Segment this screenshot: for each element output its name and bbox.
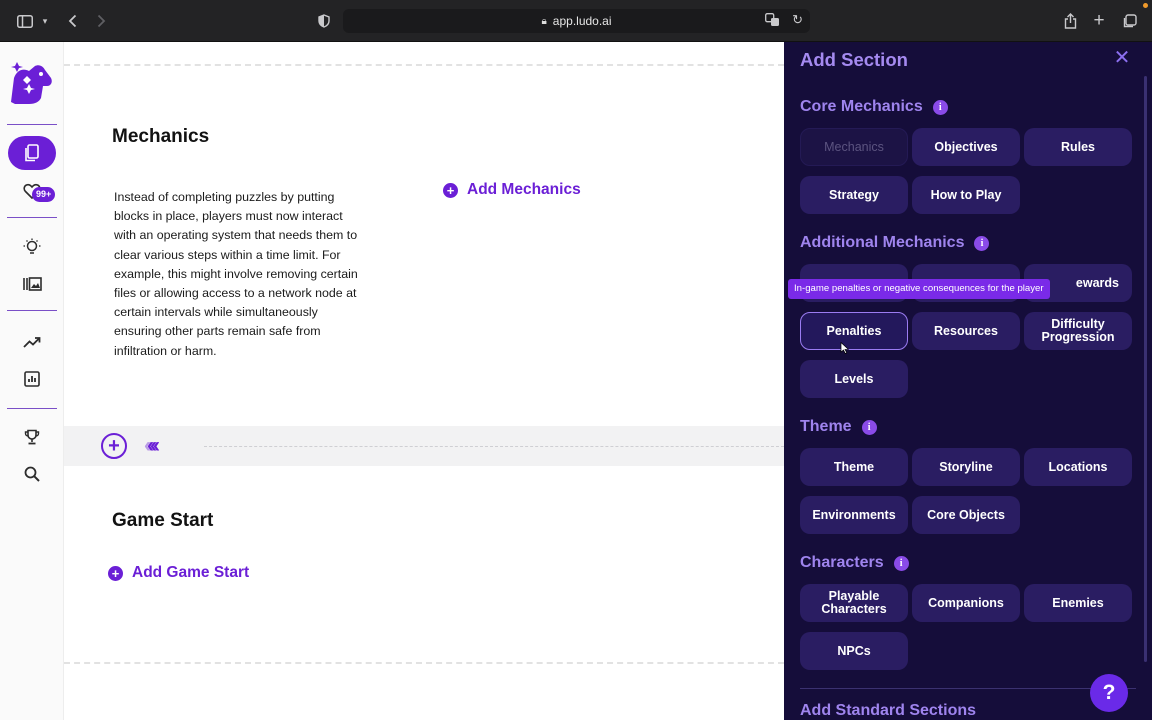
game-start-section-title: Game Start: [112, 510, 214, 531]
add-mechanics-button[interactable]: + Add Mechanics: [443, 181, 581, 199]
documents-icon: [25, 144, 39, 162]
notification-dot: [1143, 3, 1148, 8]
chip-npcs[interactable]: NPCs: [800, 632, 908, 670]
shield-icon[interactable]: [316, 10, 332, 32]
theme-title: Theme: [800, 418, 852, 435]
chip-companions[interactable]: Companions: [912, 584, 1020, 622]
section-boundary: [64, 64, 784, 66]
tooltip: In-game penalties or negative consequenc…: [788, 279, 1050, 299]
reload-icon[interactable]: ↻: [792, 12, 803, 28]
add-game-start-label: Add Game Start: [132, 564, 250, 581]
sidebar-toggle-icon[interactable]: [16, 10, 34, 32]
additional-mechanics-heading: Additional Mechanics i: [800, 234, 990, 252]
chip-locations[interactable]: Locations: [1024, 448, 1132, 486]
chip-environments[interactable]: Environments: [800, 496, 908, 534]
core-mechanics-title: Core Mechanics: [800, 98, 923, 115]
lightbulb-icon: [23, 238, 41, 254]
section-boundary: [64, 662, 784, 664]
add-mechanics-label: Add Mechanics: [467, 181, 581, 198]
url-text: app.ludo.ai: [552, 14, 612, 28]
chip-mechanics: Mechanics: [800, 128, 908, 166]
ideas-button[interactable]: [8, 230, 56, 264]
panel-title: Add Section: [800, 49, 908, 70]
ludo-logo-icon[interactable]: [7, 58, 55, 108]
close-icon[interactable]: ✕: [1112, 48, 1132, 68]
panel-scrollbar[interactable]: [1144, 76, 1147, 662]
add-section-circle-icon[interactable]: +: [101, 433, 127, 459]
analytics-button[interactable]: [8, 362, 56, 396]
back-icon[interactable]: [64, 10, 80, 32]
trophy-icon: [24, 429, 40, 445]
mouse-cursor-icon: [840, 342, 849, 354]
standard-sections-heading: Add Standard Sections: [800, 702, 977, 719]
info-icon[interactable]: i: [861, 419, 877, 435]
add-game-start-button[interactable]: + Add Game Start: [108, 564, 249, 582]
additional-mechanics-title: Additional Mechanics: [800, 234, 965, 251]
plus-circle-icon: +: [108, 565, 123, 581]
chip-strategy[interactable]: Strategy: [800, 176, 908, 214]
chip-levels[interactable]: Levels: [800, 360, 908, 398]
chip-core-objects[interactable]: Core Objects: [912, 496, 1020, 534]
chip-rules[interactable]: Rules: [1024, 128, 1132, 166]
documents-button[interactable]: [8, 136, 56, 170]
chip-penalties[interactable]: Penalties: [800, 312, 908, 350]
rail-separator: [7, 124, 57, 125]
mechanics-section-title: Mechanics: [112, 126, 210, 147]
chip-objectives[interactable]: Objectives: [912, 128, 1020, 166]
mechanics-description[interactable]: Instead of completing puzzles by putting…: [114, 188, 364, 361]
help-button[interactable]: ?: [1090, 674, 1128, 712]
forward-icon[interactable]: [93, 10, 109, 32]
rail-separator: [7, 310, 57, 311]
insert-bar-line: [204, 446, 784, 447]
bar-chart-icon: [24, 371, 40, 387]
trends-button[interactable]: [8, 325, 56, 359]
info-icon[interactable]: i: [932, 99, 948, 115]
chip-playable-characters[interactable]: Playable Characters: [800, 584, 908, 622]
chip-how-to-play[interactable]: How to Play: [912, 176, 1020, 214]
new-tab-icon[interactable]: +: [1090, 10, 1108, 32]
tabs-overview-icon[interactable]: [1120, 10, 1138, 32]
info-icon[interactable]: i: [974, 235, 990, 251]
browser-toolbar: ▾ 🔒︎ app.ludo.ai ↻ +: [0, 0, 1152, 42]
trophy-button[interactable]: [8, 420, 56, 454]
plus-circle-icon: +: [443, 182, 458, 198]
chevron-down-icon[interactable]: ▾: [39, 10, 51, 32]
chip-resources[interactable]: Resources: [912, 312, 1020, 350]
left-nav-rail: 99+: [0, 42, 64, 720]
section-insert-bar: + ‹‹‹‹: [64, 426, 784, 466]
characters-heading: Characters i: [800, 554, 909, 572]
panel-separator: [800, 688, 1136, 689]
favorites-count-badge: 99+: [32, 187, 56, 202]
translate-icon[interactable]: [765, 13, 780, 30]
open-panel-chevrons-icon[interactable]: ‹‹‹‹: [144, 434, 160, 458]
core-mechanics-heading: Core Mechanics i: [800, 98, 948, 116]
search-button[interactable]: [8, 457, 56, 491]
chip-theme[interactable]: Theme: [800, 448, 908, 486]
search-icon: [24, 466, 40, 482]
trending-up-icon: [23, 337, 41, 348]
rail-separator: [7, 408, 57, 409]
chip-difficulty-progression[interactable]: Difficulty Progression: [1024, 312, 1132, 350]
library-button[interactable]: [8, 267, 56, 301]
chip-enemies[interactable]: Enemies: [1024, 584, 1132, 622]
library-icon: [22, 277, 42, 291]
address-bar[interactable]: 🔒︎ app.ludo.ai ↻: [343, 9, 810, 33]
add-section-panel: Add Section ✕ Core Mechanics i Mechanics…: [784, 42, 1152, 720]
theme-heading: Theme i: [800, 418, 877, 436]
lock-icon: 🔒︎: [541, 15, 547, 27]
info-icon[interactable]: i: [893, 555, 909, 571]
chip-storyline[interactable]: Storyline: [912, 448, 1020, 486]
characters-title: Characters: [800, 554, 884, 571]
rail-separator: [7, 217, 57, 218]
document-editor: Mechanics Instead of completing puzzles …: [64, 42, 784, 720]
share-icon[interactable]: [1061, 10, 1079, 32]
